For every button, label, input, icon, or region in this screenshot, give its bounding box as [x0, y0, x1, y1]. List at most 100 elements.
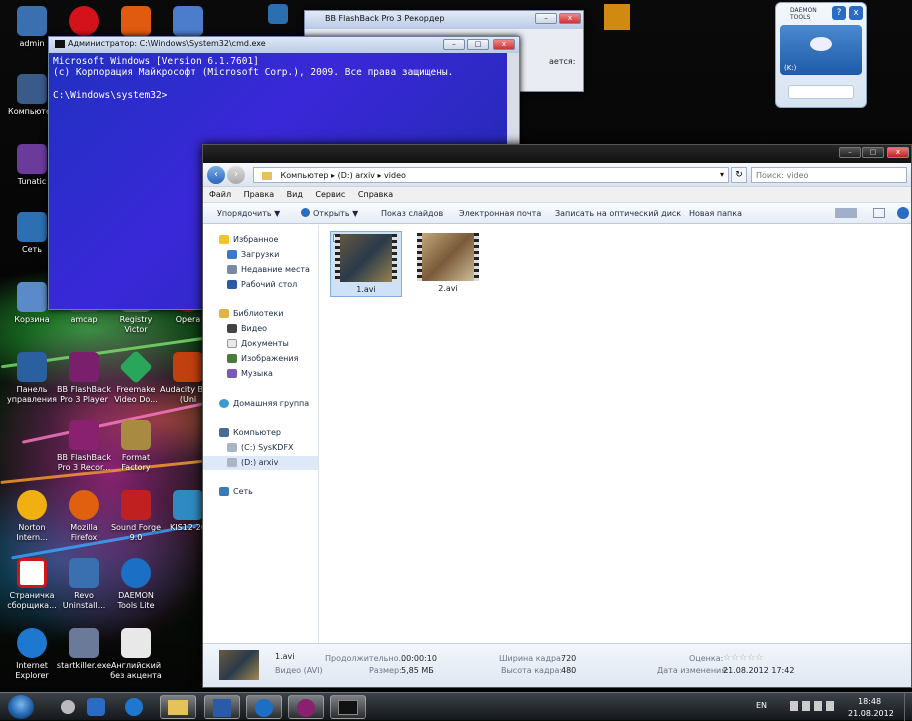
- desktop-icon-opera[interactable]: [56, 6, 112, 39]
- file-item[interactable]: 2.avi: [412, 231, 484, 297]
- refresh-button[interactable]: ↻: [731, 167, 747, 183]
- breadcrumb-item[interactable]: Компьютер: [281, 171, 329, 180]
- nav-libraries[interactable]: Библиотеки: [203, 307, 318, 321]
- desktop-icon-freemake[interactable]: Freemake Video Do...: [108, 350, 164, 405]
- desktop-icon-bbplayer[interactable]: BB FlashBack Pro 3 Player: [56, 352, 112, 405]
- desktop-icon-strana[interactable]: Страничка сборщика...: [4, 558, 60, 611]
- nav-drive-c[interactable]: (C:) SysKDFX: [203, 441, 318, 455]
- clock-time[interactable]: 18:48: [858, 697, 881, 706]
- breadcrumb-item[interactable]: (D:) arxiv: [338, 171, 375, 180]
- menu-view[interactable]: Вид: [287, 190, 303, 199]
- title-bar[interactable]: BB FlashBack Pro 3 Рекордер – x: [305, 11, 583, 29]
- nav-video[interactable]: Видео: [203, 322, 318, 336]
- explorer-window[interactable]: – □ x ‹ › Компьютер ▸ (D:) arxiv ▸ video…: [202, 144, 912, 688]
- startkiller-icon: [69, 628, 99, 658]
- taskbar-icon[interactable]: [78, 695, 114, 719]
- email-button[interactable]: Электронная почта: [459, 209, 541, 218]
- menu-file[interactable]: Файл: [209, 190, 231, 199]
- preview-pane-icon[interactable]: [873, 208, 885, 218]
- console-line: (c) Корпорация Майкрософт (Microsoft Cor…: [53, 67, 454, 78]
- menu-help[interactable]: Справка: [358, 190, 393, 199]
- detail-width: 720: [561, 654, 577, 663]
- desktop-icon-panel[interactable]: Панель управления: [4, 352, 60, 405]
- forward-button[interactable]: ›: [227, 166, 245, 184]
- title-bar[interactable]: – □ x: [203, 145, 911, 163]
- nav-desktop[interactable]: Рабочий стол: [203, 278, 318, 292]
- file-list[interactable]: ✓ 1.avi 2.avi: [320, 225, 911, 645]
- desktop-icon-daemonlite[interactable]: DAEMON Tools Lite: [108, 558, 164, 611]
- taskbar-media[interactable]: [246, 695, 282, 719]
- desktop-icon-soundforge[interactable]: Sound Forge 9.0: [108, 490, 164, 543]
- burn-button[interactable]: Записать на оптический диск: [555, 209, 681, 218]
- tray-icons[interactable]: [790, 701, 838, 711]
- daemon-tools-gadget[interactable]: DAEMON TOOLS ? x (K:): [775, 2, 867, 108]
- desktop-icon-revo[interactable]: Revo Uninstall...: [56, 558, 112, 611]
- rating-stars[interactable]: ☆☆☆☆☆: [723, 653, 763, 663]
- close-button[interactable]: x: [887, 147, 909, 158]
- menu-edit[interactable]: Правка: [244, 190, 274, 199]
- address-bar-row: ‹ › Компьютер ▸ (D:) arxiv ▸ video ▾ ↻: [203, 163, 911, 187]
- search-input[interactable]: [751, 167, 907, 183]
- open-button[interactable]: Открыть ▼: [313, 209, 358, 218]
- minimize-button[interactable]: –: [839, 147, 861, 158]
- view-options-icon[interactable]: [835, 208, 857, 218]
- music-note-icon: [17, 144, 47, 174]
- taskbar-explorer[interactable]: [160, 695, 196, 719]
- language-indicator[interactable]: EN: [756, 701, 767, 710]
- back-button[interactable]: ‹: [207, 166, 225, 184]
- app-icon[interactable]: [604, 4, 630, 30]
- maximize-button[interactable]: □: [862, 147, 884, 158]
- organize-button[interactable]: Упорядочить ▼: [217, 209, 280, 218]
- desktop-icon-search[interactable]: [160, 6, 216, 39]
- clock-date[interactable]: 21.08.2012: [848, 709, 894, 718]
- nav-drive-d[interactable]: (D:) arxiv: [203, 456, 318, 470]
- app-icon[interactable]: [268, 4, 288, 24]
- nav-computer[interactable]: Компьютер: [203, 426, 318, 440]
- desktop-icon-startkiller[interactable]: startkiller.exe: [56, 628, 112, 671]
- minimize-button[interactable]: –: [535, 13, 557, 24]
- desktop-icon-format[interactable]: Format Factory: [108, 420, 164, 473]
- nav-images[interactable]: Изображения: [203, 352, 318, 366]
- taskbar-word[interactable]: [204, 695, 240, 719]
- nav-homegroup[interactable]: Домашняя группа: [203, 397, 318, 411]
- desktop-icon-english[interactable]: Английский без акцента: [108, 628, 164, 681]
- minimize-button[interactable]: –: [443, 39, 465, 50]
- drive-panel[interactable]: (K:): [780, 25, 862, 75]
- slideshow-button[interactable]: Показ слайдов: [381, 209, 443, 218]
- new-folder-button[interactable]: Новая папка: [689, 209, 742, 218]
- start-button[interactable]: [8, 695, 34, 719]
- show-desktop-button[interactable]: [904, 693, 912, 721]
- detail-duration: 00:00:10: [401, 654, 437, 663]
- nav-music[interactable]: Музыка: [203, 367, 318, 381]
- taskbar-icon[interactable]: [116, 695, 152, 719]
- close-button[interactable]: x: [559, 13, 581, 24]
- close-button[interactable]: x: [493, 39, 515, 50]
- breadcrumb-item[interactable]: video: [384, 171, 406, 180]
- taskbar-bbrecorder[interactable]: [288, 695, 324, 719]
- desktop-icon-bbrecorder[interactable]: BB FlashBack Pro 3 Recor...: [56, 420, 112, 473]
- drive-icon: [227, 458, 237, 467]
- nav-favorites[interactable]: Избранное: [203, 233, 318, 247]
- desktop-icon-ie[interactable]: Internet Explorer: [4, 628, 60, 681]
- recent-places-icon: [227, 265, 237, 274]
- close-button[interactable]: x: [849, 6, 863, 20]
- menu-tools[interactable]: Сервис: [315, 190, 345, 199]
- breadcrumb[interactable]: Компьютер ▸ (D:) arxiv ▸ video ▾: [253, 167, 729, 183]
- nav-documents[interactable]: Документы: [203, 337, 318, 351]
- chevron-down-icon[interactable]: ▾: [720, 170, 724, 179]
- file-item[interactable]: ✓ 1.avi: [330, 231, 402, 297]
- desktop-icon-norton[interactable]: Norton Intern...: [4, 490, 60, 543]
- desktop-icon-tool[interactable]: [108, 6, 164, 39]
- taskbar: EN 18:48 21.08.2012: [0, 692, 912, 721]
- control-panel-icon: [17, 352, 47, 382]
- help-icon[interactable]: [897, 207, 909, 219]
- nav-network[interactable]: Сеть: [203, 485, 318, 499]
- desktop-icon-firefox[interactable]: Mozilla Firefox: [56, 490, 112, 543]
- help-button[interactable]: ?: [832, 6, 846, 20]
- title-bar[interactable]: Администратор: C:\Windows\System32\cmd.e…: [49, 37, 519, 53]
- taskbar-cmd[interactable]: [330, 695, 366, 719]
- cmd-icon: [55, 39, 65, 48]
- nav-downloads[interactable]: Загрузки: [203, 248, 318, 262]
- maximize-button[interactable]: □: [467, 39, 489, 50]
- nav-recent[interactable]: Недавние места: [203, 263, 318, 277]
